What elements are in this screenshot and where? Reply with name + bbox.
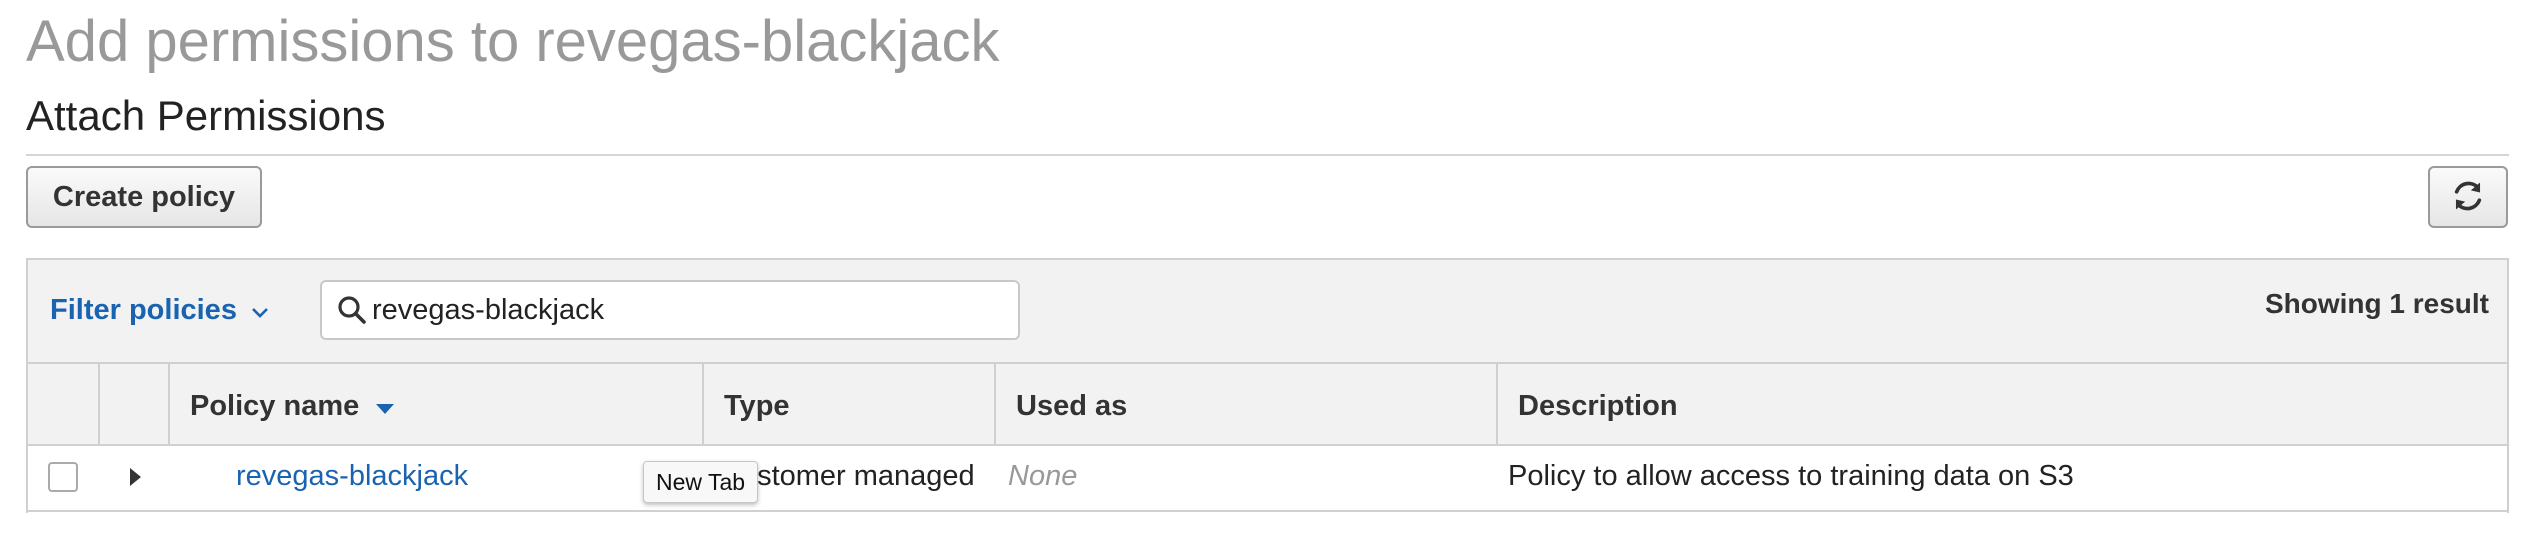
sort-descending-icon: [375, 390, 395, 423]
checkbox-column-header: [28, 364, 98, 444]
filter-bar: Filter policies Showing 1 result: [28, 260, 2507, 362]
page: Add permissions to revegas-blackjack Att…: [0, 0, 2534, 540]
column-header-used-as[interactable]: Used as: [994, 364, 1496, 444]
refresh-button[interactable]: [2428, 166, 2508, 228]
chevron-down-icon: [251, 294, 269, 327]
policy-used-as: None: [1008, 460, 1078, 492]
section-divider: [26, 154, 2509, 156]
policies-table-panel: Filter policies Showing 1 result: [26, 258, 2509, 513]
search-icon: [336, 294, 368, 331]
policy-type: Customer managed: [720, 460, 975, 492]
search-box[interactable]: [320, 280, 1020, 340]
policy-name-link[interactable]: revegas-blackjack: [236, 460, 468, 493]
create-policy-button[interactable]: Create policy: [26, 166, 262, 228]
search-input[interactable]: [372, 290, 992, 330]
column-header-label: Used as: [1016, 390, 1128, 422]
column-header-policy-name[interactable]: Policy name: [168, 364, 702, 444]
expand-row-icon[interactable]: [130, 468, 141, 486]
table-row: revegas-blackjack Customer managed None …: [28, 446, 2507, 512]
page-title: Add permissions to revegas-blackjack: [26, 9, 1000, 74]
column-header-type[interactable]: Type: [702, 364, 994, 444]
column-header-label: Description: [1518, 390, 1678, 422]
table-header: Policy name Type Used as Description: [28, 362, 2507, 446]
expand-column-header: [98, 364, 168, 444]
column-header-label: Policy name: [190, 390, 360, 422]
column-header-label: Type: [724, 390, 790, 422]
column-header-description[interactable]: Description: [1496, 364, 2507, 444]
filter-policies-label: Filter policies: [50, 294, 237, 326]
section-title: Attach Permissions: [26, 92, 386, 139]
new-tab-tooltip: New Tab: [643, 461, 759, 503]
row-checkbox[interactable]: [48, 462, 78, 492]
result-count: Showing 1 result: [2264, 288, 2489, 319]
policy-description: Policy to allow access to training data …: [1508, 460, 2074, 492]
filter-policies-dropdown[interactable]: Filter policies: [50, 294, 269, 327]
refresh-icon: [2451, 179, 2485, 216]
